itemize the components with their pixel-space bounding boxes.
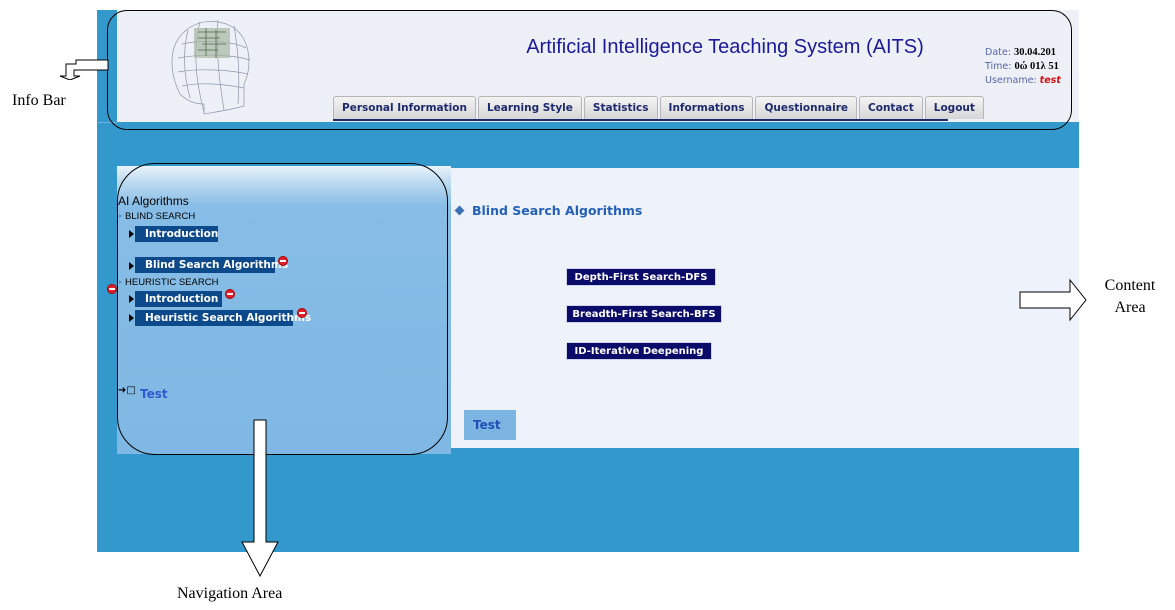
navigation-area-arrow-icon bbox=[241, 419, 279, 578]
iterative-deepening-button[interactable]: ID-Iterative Deepening bbox=[566, 342, 712, 360]
info-bar-arrow-icon bbox=[59, 59, 109, 80]
navigation-area-outline bbox=[117, 163, 448, 455]
bfs-button[interactable]: Breadth-First Search-BFS bbox=[566, 305, 722, 323]
navigation-area-annotation: Navigation Area bbox=[177, 585, 283, 602]
locked-icon bbox=[107, 284, 117, 294]
content-title: Blind Search Algorithms bbox=[472, 203, 643, 218]
content-area-annotation-line2: Area bbox=[1114, 299, 1146, 316]
content-area-annotation-line1: Content bbox=[1104, 277, 1156, 294]
content-test-button[interactable]: Test bbox=[464, 410, 516, 440]
info-bar-outline bbox=[107, 10, 1072, 130]
dfs-button[interactable]: Depth-First Search-DFS bbox=[566, 268, 716, 286]
content-area-annotation: Content Area bbox=[1090, 275, 1170, 319]
info-bar-annotation: Info Bar bbox=[12, 92, 66, 109]
content-area-arrow-icon bbox=[1019, 278, 1087, 322]
frame-divider bbox=[97, 122, 117, 153]
